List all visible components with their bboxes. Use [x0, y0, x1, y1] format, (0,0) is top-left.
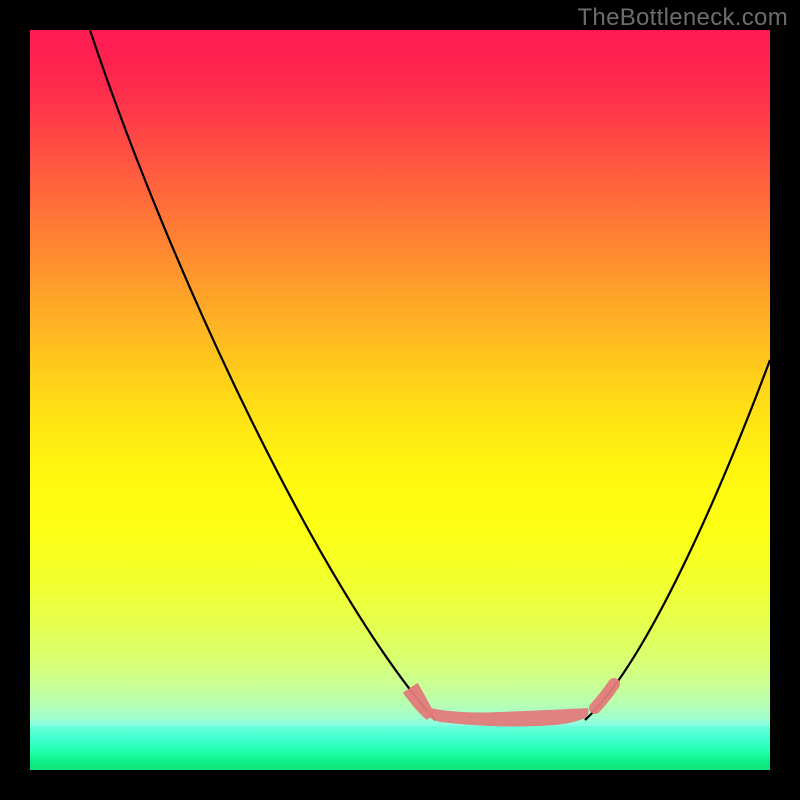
- curve-right: [585, 360, 770, 720]
- chart-frame: TheBottleneck.com: [0, 0, 800, 800]
- highlight-right-dot: [595, 684, 614, 708]
- curve-layer: [30, 30, 770, 770]
- highlight-left-dot: [410, 690, 430, 716]
- curve-left: [90, 30, 435, 720]
- highlight-trough: [425, 708, 589, 727]
- plot-area: [30, 30, 770, 770]
- watermark-text: TheBottleneck.com: [577, 4, 788, 32]
